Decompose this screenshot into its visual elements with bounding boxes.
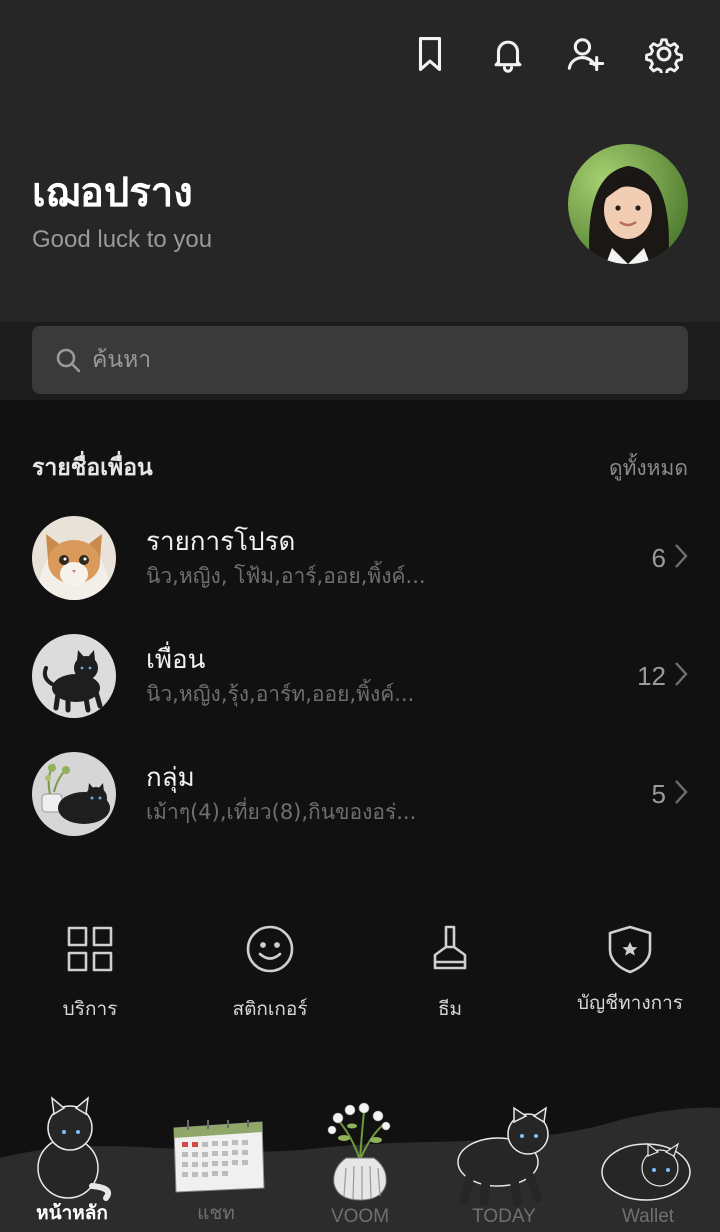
- home-cat-icon: [37, 1096, 112, 1201]
- list-item-groups[interactable]: กลุ่ม เม้าๆ(4),เที่ยว(8),กินของอร่... 5: [32, 751, 688, 837]
- nav-voom-label: VOOM: [330, 1206, 390, 1227]
- row-title: กลุ่ม: [146, 763, 195, 793]
- smiley-icon: [246, 925, 294, 973]
- profile-header: เฌอปราง Good luck to you: [0, 0, 720, 322]
- nav-voom[interactable]: VOOM: [288, 1206, 432, 1228]
- chevron-right-icon: [674, 779, 688, 809]
- settings-icon[interactable]: [644, 30, 684, 78]
- flower-vase-icon: [327, 1102, 391, 1201]
- bell-icon[interactable]: [488, 30, 528, 78]
- nav-chat-label: แชท: [197, 1203, 235, 1224]
- row-subtitle: เม้าๆ(4),เที่ยว(8),กินของอร่...: [146, 800, 417, 824]
- grid-icon: [67, 926, 113, 972]
- stickers-label: สติกเกอร์: [232, 998, 308, 1020]
- row-title: รายการโปรด: [146, 527, 296, 557]
- nav-chat[interactable]: แชท: [144, 1198, 288, 1228]
- today-cat-icon: [457, 1106, 549, 1206]
- shield-star-icon: [608, 925, 652, 974]
- themes-button[interactable]: ธีม: [360, 922, 540, 1024]
- add-friend-icon[interactable]: [566, 30, 606, 78]
- wallet-cat-icon: [601, 1142, 691, 1201]
- services-button[interactable]: บริการ: [0, 922, 180, 1024]
- nav-wallet[interactable]: Wallet: [576, 1206, 720, 1228]
- friends-section-header: รายชื่อเพื่อน ดูทั้งหมด: [32, 450, 688, 486]
- brush-icon: [433, 925, 467, 970]
- friends-avatar: [32, 634, 116, 718]
- search-icon: [56, 348, 81, 373]
- search-bar[interactable]: [32, 326, 688, 394]
- row-title: เพื่อน: [146, 645, 206, 675]
- nav-wallet-label: Wallet: [621, 1206, 675, 1227]
- chevron-right-icon: [674, 661, 688, 691]
- chevron-right-icon: [674, 543, 688, 573]
- nav-home-label: หน้าหลัก: [36, 1202, 108, 1224]
- search-input[interactable]: [92, 347, 652, 373]
- official-accounts-button[interactable]: บัญชีทางการ: [540, 922, 720, 1018]
- row-subtitle: นิว,หญิง,รุ้ง,อาร์ท,ออย,พิ้งค์...: [146, 682, 415, 706]
- nav-home[interactable]: หน้าหลัก: [0, 1198, 144, 1228]
- search-strip: [0, 322, 720, 400]
- row-count: 5: [651, 778, 666, 809]
- services-label: บริการ: [62, 998, 118, 1020]
- themes-label: ธีม: [437, 998, 463, 1020]
- list-item-friends[interactable]: เพื่อน นิว,หญิง,รุ้ง,อาร์ท,ออย,พิ้งค์...…: [32, 633, 688, 719]
- see-all-link[interactable]: ดูทั้งหมด: [609, 452, 688, 485]
- row-subtitle: นิว,หญิง, โฟ้ม,อาร์,ออย,พิ้งค์...: [146, 564, 426, 588]
- profile-avatar[interactable]: [568, 144, 688, 264]
- stickers-button[interactable]: สติกเกอร์: [180, 922, 360, 1024]
- profile-name[interactable]: เฌอปราง: [32, 160, 193, 224]
- nav-today-label: TODAY: [472, 1206, 536, 1227]
- top-icon-bar: [410, 30, 684, 78]
- service-shortcuts: บริการ สติกเกอร์ ธีม บัญชีทางการ: [0, 922, 720, 1032]
- nav-today[interactable]: TODAY: [432, 1206, 576, 1228]
- status-message[interactable]: Good luck to you: [32, 226, 212, 254]
- favorites-avatar: [32, 516, 116, 600]
- official-accounts-label: บัญชีทางการ: [577, 992, 683, 1014]
- list-item-favorites[interactable]: รายการโปรด นิว,หญิง, โฟ้ม,อาร์,ออย,พิ้งค…: [32, 515, 688, 601]
- groups-avatar: [32, 752, 116, 836]
- section-title: รายชื่อเพื่อน: [32, 455, 153, 481]
- bottom-navigation: หน้าหลัก แชท VOOM TODAY Wallet: [0, 1090, 720, 1232]
- bookmark-icon[interactable]: [410, 30, 450, 78]
- calendar-icon: [173, 1120, 265, 1193]
- row-count: 6: [651, 542, 666, 573]
- row-count: 12: [637, 660, 666, 691]
